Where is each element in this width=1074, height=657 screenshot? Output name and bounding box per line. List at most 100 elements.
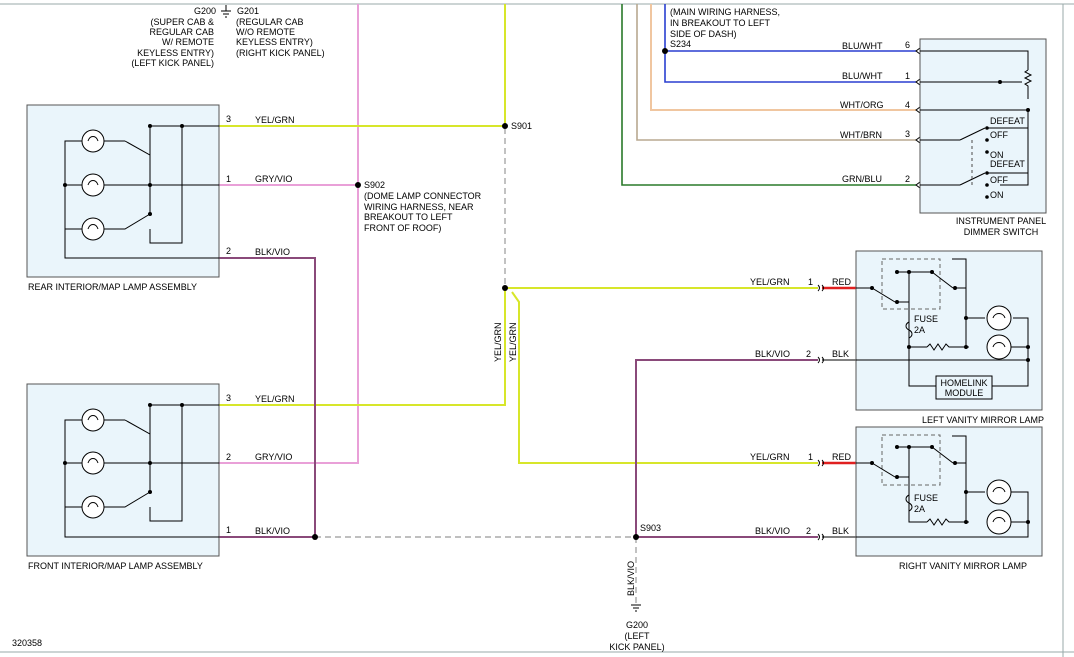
ground-desc: W/O REMOTE	[236, 27, 295, 37]
instrument-panel-dimmer-switch: DEFEAT OFF ON DEFEAT OFF ON INSTRUMENT P…	[919, 38, 1047, 237]
wire-label: YEL/GRN	[750, 277, 790, 287]
svg-text:FRONT OF ROOF): FRONT OF ROOF)	[364, 223, 441, 233]
svg-text:IN BREAKOUT TO LEFT: IN BREAKOUT TO LEFT	[670, 18, 771, 28]
wire-label: BLK/VIO	[626, 561, 636, 596]
switch-position-label: OFF	[990, 175, 1008, 185]
pin-number: 1	[905, 71, 910, 81]
fuse-rating: 2A	[914, 504, 925, 514]
ground-id: G201	[237, 6, 259, 16]
wire-label: RED	[832, 452, 852, 462]
ground-g200-bottom: G200 (LEFT KICK PANEL)	[609, 604, 665, 652]
wire-yel-grn-right-vanity	[511, 291, 818, 464]
ground-symbol-icon	[221, 5, 231, 18]
wire-label: BLK/VIO	[755, 349, 790, 359]
wire-blk-vio-vanity	[635, 359, 818, 538]
connector-icons	[213, 47, 921, 541]
splice-s234-label: S234	[670, 39, 691, 49]
wire-label: GRY/VIO	[255, 452, 292, 462]
bulb-icon	[986, 509, 1012, 535]
wire-label: WHT/ORG	[840, 100, 884, 110]
wire-label: GRN/BLU	[842, 174, 882, 184]
wire-label: YEL/GRN	[508, 322, 518, 362]
ground-desc: W/ REMOTE	[162, 37, 214, 47]
pin-number: 1	[808, 452, 813, 462]
switch-position-label: OFF	[990, 130, 1008, 140]
ground-g200-top: G200 (SUPER CAB & REGULAR CAB W/ REMOTE …	[131, 6, 216, 68]
splice-s234-desc: (MAIN WIRING HARNESS, IN BREAKOUT TO LEF…	[670, 7, 780, 39]
splice-s903-label: S903	[640, 523, 661, 533]
bulb-icon	[81, 217, 105, 241]
wire-label: BLK/VIO	[755, 526, 790, 536]
pin-number: 2	[806, 526, 811, 536]
wire-label: RED	[832, 277, 852, 287]
bulb-icon	[81, 129, 105, 153]
component-label: INSTRUMENT PANEL	[956, 216, 1046, 226]
component-label: LEFT VANITY MIRROR LAMP	[922, 415, 1044, 425]
pin-number: 2	[226, 452, 231, 462]
ground-desc: (LEFT	[624, 631, 650, 641]
splice-s901-dot	[502, 123, 508, 129]
splice-yel-dot	[502, 285, 508, 291]
wire-label: BLK/VIO	[255, 247, 290, 257]
svg-text:WIRING HARNESS, NEAR: WIRING HARNESS, NEAR	[364, 202, 474, 212]
ground-id: G200	[626, 620, 648, 630]
wire-label: BLK	[832, 526, 849, 536]
pin-number: 2	[806, 349, 811, 359]
ground-desc: KICK PANEL)	[609, 642, 664, 652]
wiring-diagram: G200 (SUPER CAB & REGULAR CAB W/ REMOTE …	[0, 3, 1074, 657]
wire-label: YEL/GRN	[493, 322, 503, 362]
pin-number: 3	[905, 129, 910, 139]
pin-number: 1	[226, 174, 231, 184]
switch-position-label: DEFEAT	[990, 116, 1025, 126]
bulb-icon	[81, 495, 105, 519]
wire-grn-blu	[621, 4, 916, 186]
component-label: REAR INTERIOR/MAP LAMP ASSEMBLY	[28, 282, 197, 292]
wire-label: BLK/VIO	[255, 526, 290, 536]
component-label: DIMMER SWITCH	[964, 227, 1039, 237]
homelink-module-label: HOMELINK	[940, 378, 987, 388]
wire-label: BLK	[832, 349, 849, 359]
wire-label: YEL/GRN	[750, 452, 790, 462]
right-vanity-mirror-lamp: FUSE 2A RIGHT VANITY MIRROR LAMP	[855, 426, 1043, 571]
svg-text:(DOME LAMP CONNECTOR: (DOME LAMP CONNECTOR	[364, 191, 482, 201]
pin-number: 6	[905, 40, 910, 50]
pin-number: 4	[905, 100, 910, 110]
svg-text:BREAKOUT TO LEFT: BREAKOUT TO LEFT	[364, 212, 453, 222]
wire-yel-grn-front	[219, 288, 506, 406]
splice-s903-dot	[633, 534, 639, 540]
splice-s901-label: S901	[511, 121, 532, 131]
wire-label: YEL/GRN	[255, 115, 295, 125]
rear-lamp-assembly: REAR INTERIOR/MAP LAMP ASSEMBLY	[26, 104, 220, 292]
pin-number: 1	[226, 525, 231, 535]
fuse-rating: 2A	[914, 325, 925, 335]
splice-s902-desc: (DOME LAMP CONNECTOR WIRING HARNESS, NEA…	[364, 191, 482, 233]
ground-desc: (RIGHT KICK PANEL)	[236, 48, 325, 58]
bulb-icon	[986, 334, 1012, 360]
fuse-label: FUSE	[914, 493, 938, 503]
ground-desc: KEYLESS ENTRY)	[137, 48, 214, 58]
ground-id: G200	[194, 6, 216, 16]
pin-number: 2	[905, 174, 910, 184]
ground-desc: (REGULAR CAB	[236, 17, 304, 27]
switch-position-label: ON	[990, 190, 1004, 200]
pin-number: 3	[226, 114, 231, 124]
wire-label: GRY/VIO	[255, 174, 292, 184]
fuse-label: FUSE	[914, 314, 938, 324]
wire-label: YEL/GRN	[255, 394, 295, 404]
bulb-icon	[81, 408, 105, 432]
pin-number: 3	[226, 393, 231, 403]
left-vanity-mirror-lamp: FUSE 2A HOMELINK MODULE LEFT VANITY MIRR…	[855, 250, 1044, 425]
pin-number: 1	[808, 277, 813, 287]
splice-s234-dot	[662, 48, 668, 54]
wire-label: BLU/WHT	[842, 71, 883, 81]
splice-blk-vio-dot	[312, 534, 318, 540]
homelink-module-label: MODULE	[945, 388, 984, 398]
splice-s902-label: S902	[364, 180, 385, 190]
splice-s902-dot	[355, 182, 361, 188]
svg-text:SIDE OF DASH): SIDE OF DASH)	[670, 29, 737, 39]
ground-desc: (LEFT KICK PANEL)	[131, 58, 214, 68]
ground-g201-top: G201 (REGULAR CAB W/O REMOTE KEYLESS ENT…	[236, 6, 325, 58]
ground-desc: REGULAR CAB	[149, 27, 214, 37]
ground-desc: KEYLESS ENTRY)	[236, 37, 313, 47]
switch-position-label: DEFEAT	[990, 159, 1025, 169]
